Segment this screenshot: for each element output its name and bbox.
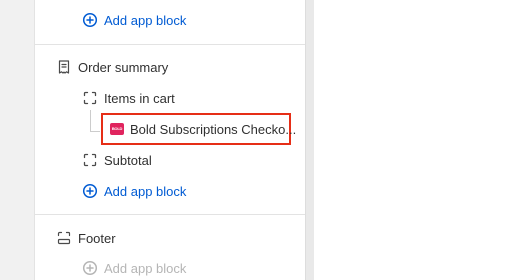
preview-canvas: [314, 0, 522, 280]
add-app-block-label: Add app block: [104, 260, 187, 276]
bold-app-logo: BOLD: [110, 123, 124, 135]
add-app-block-order-summary[interactable]: Add app block: [82, 181, 186, 201]
receipt-icon: [56, 59, 72, 75]
plus-circle-icon: [82, 183, 98, 199]
block-items-in-cart[interactable]: Items in cart: [82, 88, 175, 108]
section-title: Footer: [78, 230, 116, 246]
footer-layout-icon: [56, 230, 72, 246]
add-app-block-label: Add app block: [104, 12, 187, 28]
section-divider: [35, 44, 305, 45]
app-block-label: Bold Subscriptions Checko...: [130, 121, 297, 137]
add-app-block-top[interactable]: Add app block: [82, 10, 186, 30]
tree-connector: [90, 110, 91, 132]
add-app-block-label: Add app block: [104, 183, 187, 199]
section-order-summary[interactable]: Order summary: [56, 57, 168, 77]
dashed-square-icon: [82, 152, 98, 168]
plus-circle-icon: [82, 260, 98, 276]
add-app-block-footer[interactable]: Add app block: [82, 258, 186, 278]
panel-resize-border[interactable]: [305, 0, 314, 280]
left-rail: [0, 0, 35, 280]
block-label: Items in cart: [104, 90, 175, 106]
plus-circle-icon: [82, 12, 98, 28]
section-footer[interactable]: Footer: [56, 228, 116, 248]
tree-connector-branch: [90, 131, 100, 132]
section-divider: [35, 214, 305, 215]
dashed-square-icon: [82, 90, 98, 106]
block-label: Subtotal: [104, 152, 152, 168]
block-subtotal[interactable]: Subtotal: [82, 150, 152, 170]
section-title: Order summary: [78, 59, 169, 75]
app-block-row: BOLD Bold Subscriptions Checko...: [110, 119, 296, 139]
